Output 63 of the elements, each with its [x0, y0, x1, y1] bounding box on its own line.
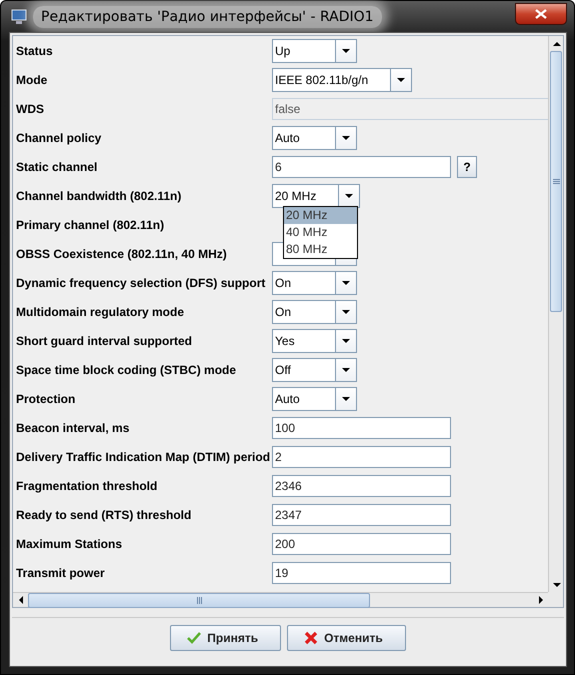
field-label: Mode — [16, 72, 48, 86]
combo-box[interactable]: Yes — [272, 328, 357, 352]
close-button[interactable] — [515, 2, 567, 24]
dropdown-arrow-icon — [342, 48, 350, 52]
field-label: Channel policy — [16, 130, 102, 144]
cancel-button[interactable]: Отменить — [287, 625, 406, 651]
dropdown-arrow-icon — [342, 338, 350, 342]
combo-box[interactable]: IEEE 802.11b/g/n — [272, 68, 412, 92]
combo-box[interactable]: On — [272, 270, 357, 294]
text-field[interactable]: 200 — [272, 532, 451, 554]
text-field[interactable]: 2346 — [272, 474, 451, 496]
field-label: Transmit power — [16, 566, 106, 580]
dropdown-arrow-icon — [342, 280, 350, 284]
field-label: OBSS Coexistence (802.11n, 40 MHz) — [16, 246, 228, 260]
combo-box[interactable]: Auto — [272, 386, 357, 410]
combo-box[interactable]: Off — [272, 358, 357, 382]
field-label: Primary channel (802.11n) — [16, 218, 166, 232]
text-field[interactable]: 2347 — [272, 504, 451, 526]
dropdown-arrow-icon — [397, 78, 406, 82]
dropdown-arrow-icon — [342, 310, 350, 314]
field-label: Multidomain regulatory mode — [16, 304, 186, 318]
grip-icon — [196, 596, 202, 604]
vertical-scrollbar[interactable] — [548, 36, 563, 592]
cross-icon — [304, 631, 318, 645]
field-label: Dynamic frequency selection (DFS) support — [16, 276, 266, 290]
combo-box[interactable]: On — [272, 300, 357, 324]
arrow-icon — [552, 42, 560, 46]
check-icon — [187, 632, 202, 644]
arrow-icon — [18, 596, 22, 604]
grip-icon — [552, 179, 560, 184]
help-button[interactable]: ? — [457, 156, 477, 178]
field-label: Status — [16, 44, 54, 58]
field-label: Static channel — [16, 160, 98, 174]
field-label: Space time block coding (STBC) mode — [16, 362, 238, 376]
dropdown-arrow-icon — [342, 136, 350, 140]
monitor-icon — [11, 8, 27, 24]
window-title: Редактировать 'Радио интерфейсы' - RADIO1 — [33, 6, 382, 28]
combo-box[interactable]: 20 MHz — [272, 184, 360, 208]
accept-button[interactable]: Принять — [170, 625, 282, 651]
field-label: WDS — [16, 102, 45, 116]
dropdown-option[interactable]: 20 MHz — [284, 207, 357, 224]
text-field[interactable]: 100 — [272, 416, 451, 438]
arrow-icon — [538, 596, 542, 604]
dropdown-arrow-icon — [342, 368, 350, 372]
dropdown-arrow-icon — [342, 396, 350, 400]
field-label: Fragmentation threshold — [16, 478, 158, 492]
dropdown-arrow-icon — [345, 194, 354, 198]
close-icon — [535, 8, 547, 18]
dropdown-arrow-icon — [552, 582, 560, 586]
horizontal-scrollbar[interactable] — [13, 592, 548, 607]
combo-box[interactable]: Up — [272, 38, 357, 62]
field-label: Beacon interval, ms — [16, 420, 130, 434]
combo-box[interactable]: Auto — [272, 126, 357, 150]
text-field[interactable]: 6 — [272, 156, 451, 178]
text-field[interactable]: 2 — [272, 446, 451, 468]
field-label: Protection — [16, 392, 76, 406]
field-label: Short guard interval supported — [16, 334, 194, 348]
text-field[interactable]: 19 — [272, 562, 451, 584]
field-label: Channel bandwidth (802.11n) — [16, 188, 182, 202]
field-label: Maximum Stations — [16, 536, 124, 550]
field-label: Ready to send (RTS) threshold — [16, 508, 192, 522]
field-label: Delivery Traffic Indication Map (DTIM) period — [16, 450, 272, 464]
readonly-field: false — [272, 98, 548, 120]
